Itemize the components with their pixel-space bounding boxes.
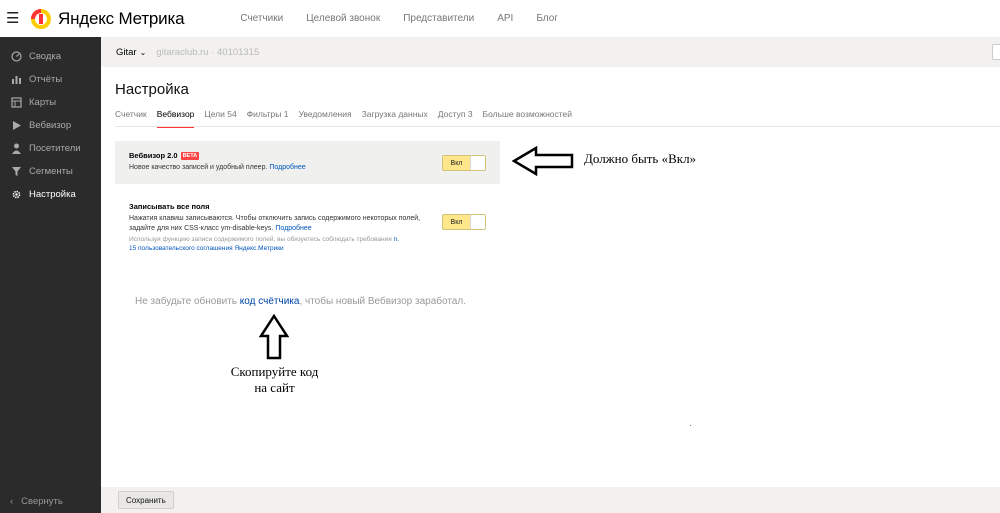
sidebar-item-label: Отчёты <box>29 74 63 85</box>
option-title: Вебвизор 2.0 BETA <box>129 151 200 161</box>
reminder-text-after: , чтобы новый Вебвизор заработал. <box>299 296 466 307</box>
webvisor-desc: Новое качество записей и удобный плеер. <box>129 164 268 171</box>
more-info-link[interactable]: Подробнее <box>275 225 311 232</box>
logo[interactable]: Яндекс Метрика <box>30 8 185 30</box>
reports-icon <box>10 74 22 86</box>
annotation-line-2: на сайт <box>254 380 295 395</box>
option-description: Нажатия клавиш записываются. Чтобы отклю… <box>129 214 429 234</box>
sidebar-item-label: Карты <box>29 97 57 108</box>
main-content: Настройка Счетчик Вебвизор Цели 54 Фильт… <box>101 67 1000 487</box>
reminder-text-before: Не забудьте обновить <box>135 296 240 307</box>
page-title: Настройка <box>115 81 189 98</box>
sidebar: Сводка Отчёты Карты Вебвизор Посетители <box>0 37 101 513</box>
nav-blog[interactable]: Блог <box>536 13 558 24</box>
gear-icon <box>10 189 22 201</box>
counter-name: Gitar <box>116 46 137 58</box>
maps-icon <box>10 97 22 109</box>
collapse-sidebar-button[interactable]: ‹ Свернуть <box>10 496 63 507</box>
dashboard-icon <box>10 51 22 63</box>
more-info-link[interactable]: Подробнее <box>269 164 305 171</box>
stray-dot <box>690 425 691 426</box>
record-fields-toggle[interactable]: Вкл <box>442 214 486 230</box>
filter-icon <box>10 166 22 178</box>
nav-representatives[interactable]: Представители <box>403 13 474 24</box>
record-fields-option: Записывать все поля Нажатия клавиш запис… <box>115 192 500 253</box>
sidebar-item-label: Сводка <box>29 51 62 62</box>
play-icon <box>10 120 22 132</box>
toggle-knob <box>470 215 485 229</box>
top-bar: ☰ Яндекс Метрика Счетчики Целевой звонок… <box>0 0 1000 37</box>
footer-bar: Сохранить <box>101 487 1000 513</box>
option-note: Используя функцию записи содержимого пол… <box>129 235 399 253</box>
sidebar-item-reports[interactable]: Отчёты <box>0 68 101 91</box>
chevron-left-icon: ‹ <box>10 496 14 507</box>
sidebar-item-summary[interactable]: Сводка <box>0 45 101 68</box>
sidebar-item-label: Посетители <box>29 143 81 154</box>
sidebar-item-visitors[interactable]: Посетители <box>0 137 101 160</box>
nav-counters[interactable]: Счетчики <box>240 13 283 24</box>
webvisor-toggle[interactable]: Вкл <box>442 155 486 171</box>
sidebar-item-label: Сегменты <box>29 166 73 177</box>
sidebar-item-settings[interactable]: Настройка <box>0 183 101 206</box>
tabs-divider <box>115 126 1000 127</box>
visitors-icon <box>10 143 22 155</box>
toggle-on-label: Вкл <box>443 156 470 170</box>
top-nav: Счетчики Целевой звонок Представители AP… <box>240 13 581 24</box>
counter-site: gitaraclub.ru · 40101315 <box>156 46 260 58</box>
option-description: Новое качество записей и удобный плеер. … <box>129 163 429 173</box>
menu-icon[interactable]: ☰ <box>6 11 28 26</box>
toggle-knob <box>470 156 485 170</box>
webvisor-title: Вебвизор 2.0 <box>129 151 178 160</box>
metrika-logo-icon <box>30 8 52 30</box>
counter-code-link[interactable]: код счётчика <box>240 296 300 307</box>
nav-api[interactable]: API <box>497 13 513 24</box>
webvisor-version-option: Вебвизор 2.0 BETA Новое качество записей … <box>115 141 500 184</box>
logo-text: Яндекс Метрика <box>58 8 185 28</box>
sidebar-item-webvisor[interactable]: Вебвизор <box>0 114 101 137</box>
fields-note: Используя функцию записи содержимого пол… <box>129 236 392 243</box>
counter-selector[interactable]: Gitar ⌄ <box>116 47 146 58</box>
annotation-arrow-up-icon <box>259 314 289 360</box>
collapse-label: Свернуть <box>21 496 63 507</box>
sidebar-item-label: Вебвизор <box>29 120 72 131</box>
nav-target-call[interactable]: Целевой звонок <box>306 13 380 24</box>
annotation-copy-code: Скопируйте код на сайт <box>222 364 327 396</box>
sidebar-item-label: Настройка <box>29 189 76 200</box>
option-title: Записывать все поля <box>129 202 210 211</box>
counter-bar: Gitar ⌄ gitaraclub.ru · 40101315 <box>101 37 1000 67</box>
sidebar-item-segments[interactable]: Сегменты <box>0 160 101 183</box>
header-edge-button[interactable] <box>992 44 1000 60</box>
toggle-on-label: Вкл <box>443 215 470 229</box>
update-code-reminder: Не забудьте обновить код счётчика, чтобы… <box>135 296 466 307</box>
annotation-line-1: Скопируйте код <box>230 364 319 379</box>
chevron-down-icon: ⌄ <box>139 47 147 57</box>
sidebar-item-maps[interactable]: Карты <box>0 91 101 114</box>
annotation-arrow-left-icon <box>512 146 574 176</box>
save-button[interactable]: Сохранить <box>118 491 174 509</box>
annotation-must-be-on: Должно быть «Вкл» <box>584 151 697 166</box>
beta-badge: BETA <box>180 152 200 161</box>
